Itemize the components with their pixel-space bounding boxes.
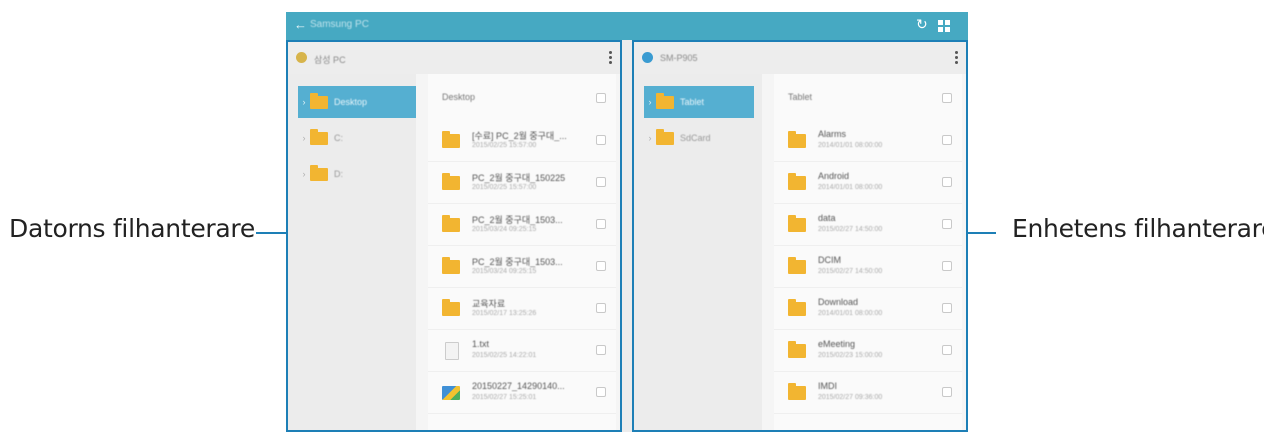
tree-item-desktop[interactable]: › Desktop [298, 86, 416, 118]
item-checkbox[interactable] [942, 177, 952, 187]
item-checkbox[interactable] [942, 261, 952, 271]
grid-view-icon[interactable] [938, 20, 950, 32]
item-checkbox[interactable] [596, 177, 606, 187]
list-item[interactable]: 교육자료 2015/02/17 13:25:26 [428, 288, 616, 330]
back-arrow-icon[interactable]: ← [294, 17, 307, 32]
device-name: 삼성 PC [314, 55, 346, 65]
list-item[interactable]: DCIM 2015/02/27 14:50:00 [774, 246, 962, 288]
item-checkbox[interactable] [942, 345, 952, 355]
left-callout-label: Datorns filhanterare [9, 214, 255, 243]
device-name: SM-P905 [660, 53, 698, 63]
folder-icon [788, 341, 806, 358]
device-icon [296, 52, 307, 63]
folder-icon [788, 257, 806, 274]
file-list: Desktop [수료] PC_2월 중구대_... 2015/02/25 15:… [428, 74, 616, 430]
item-checkbox[interactable] [596, 387, 606, 397]
file-list: Tablet Alarms 2014/01/01 08:00:00 Android… [774, 74, 962, 430]
tree-item-tablet[interactable]: › Tablet [644, 86, 754, 118]
item-checkbox[interactable] [942, 387, 952, 397]
folder-tree: › Desktop › C: › D: [288, 74, 416, 430]
folder-icon [442, 215, 460, 232]
list-item[interactable]: Alarms 2014/01/01 08:00:00 [774, 120, 962, 162]
list-item[interactable]: 20150227_14290140... 2015/02/27 15:25:01 [428, 372, 616, 414]
list-header: Desktop [428, 74, 616, 120]
folder-icon [442, 299, 460, 316]
folder-icon [442, 173, 460, 190]
list-item[interactable]: PC_2월 중구대_1503... 2015/03/24 09:25:15 [428, 246, 616, 288]
tree-item-sdcard[interactable]: › SdCard [644, 122, 744, 154]
folder-icon [442, 257, 460, 274]
list-item[interactable]: [수료] PC_2월 중구대_... 2015/02/25 15:57:00 [428, 120, 616, 162]
folder-icon [788, 299, 806, 316]
list-item[interactable]: IMDI 2015/02/27 09:36:00 [774, 372, 962, 414]
folder-icon [656, 128, 674, 145]
list-item[interactable]: eMeeting 2015/02/23 15:00:00 [774, 330, 962, 372]
list-item[interactable]: PC_2월 중구대_1503... 2015/03/24 09:25:15 [428, 204, 616, 246]
right-callout-label: Enhetens filhanterare [1012, 214, 1264, 243]
refresh-icon[interactable]: ↻ [916, 16, 928, 33]
list-item[interactable]: Android 2014/01/01 08:00:00 [774, 162, 962, 204]
folder-icon [788, 215, 806, 232]
select-all-checkbox[interactable] [596, 93, 606, 103]
app-bar: ← Samsung PC ↻ [286, 12, 968, 40]
item-checkbox[interactable] [596, 135, 606, 145]
text-file-icon [445, 342, 459, 360]
image-file-icon [442, 386, 460, 400]
folder-icon [788, 173, 806, 190]
item-checkbox[interactable] [596, 261, 606, 271]
list-item[interactable]: 1.txt 2015/02/25 14:22:01 [428, 330, 616, 372]
pc-file-manager-pane: 삼성 PC › Desktop › C: › D: Desktop [수료] P… [286, 40, 622, 432]
list-title: Desktop [442, 92, 476, 102]
more-options-icon[interactable] [609, 51, 612, 66]
chevron-right-icon: › [302, 133, 306, 143]
right-callout-line [968, 232, 996, 234]
folder-icon [442, 131, 460, 148]
list-item[interactable]: PC_2월 중구대_150225 2015/02/25 15:57:00 [428, 162, 616, 204]
item-checkbox[interactable] [942, 219, 952, 229]
device-icon [642, 52, 653, 63]
app-screen: ← Samsung PC ↻ 삼성 PC › Desktop › C: › D:… [286, 12, 968, 432]
chevron-right-icon: › [302, 97, 306, 107]
chevron-right-icon: › [648, 97, 652, 107]
folder-tree: › Tablet › SdCard [634, 74, 762, 430]
pane-header: SM-P905 [634, 42, 966, 74]
tree-item-d[interactable]: › D: [298, 158, 398, 190]
list-item[interactable]: Download 2014/01/01 08:00:00 [774, 288, 962, 330]
item-checkbox[interactable] [942, 135, 952, 145]
list-header: Tablet [774, 74, 962, 120]
item-checkbox[interactable] [596, 345, 606, 355]
select-all-checkbox[interactable] [942, 93, 952, 103]
folder-icon [310, 128, 328, 145]
list-item[interactable]: data 2015/02/27 14:50:00 [774, 204, 962, 246]
item-checkbox[interactable] [596, 303, 606, 313]
folder-icon [310, 92, 328, 109]
left-callout-line [256, 232, 286, 234]
item-checkbox[interactable] [596, 219, 606, 229]
item-checkbox[interactable] [942, 303, 952, 313]
folder-icon [310, 164, 328, 181]
folder-icon [788, 131, 806, 148]
folder-icon [788, 383, 806, 400]
list-title: Tablet [788, 92, 813, 102]
tree-item-c[interactable]: › C: [298, 122, 398, 154]
pane-header: 삼성 PC [288, 42, 620, 74]
app-title: Samsung PC [310, 19, 369, 30]
device-file-manager-pane: SM-P905 › Tablet › SdCard Tablet Alarms 2… [632, 40, 968, 432]
more-options-icon[interactable] [955, 51, 958, 66]
folder-icon [656, 92, 674, 109]
chevron-right-icon: › [302, 169, 306, 179]
chevron-right-icon: › [648, 133, 652, 143]
